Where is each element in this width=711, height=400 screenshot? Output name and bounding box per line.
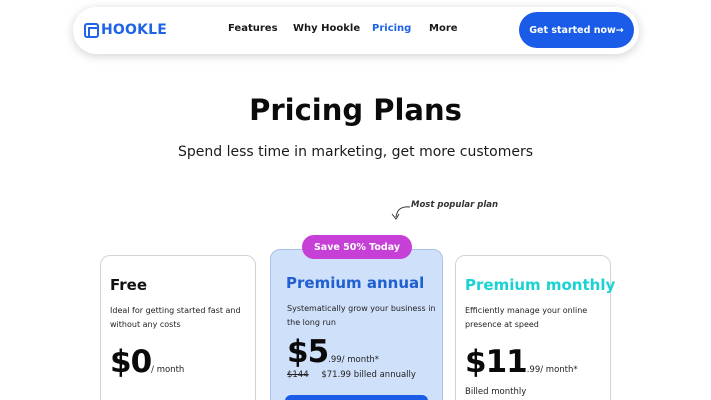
price-period: / month <box>151 365 185 375</box>
page-title: Pricing Plans <box>249 93 462 127</box>
plan-price: $11 .99/ month* <box>465 344 578 380</box>
choose-plan-button[interactable] <box>285 395 428 400</box>
plan-price: $5 .99/ month* <box>287 334 379 370</box>
billing-info: Billed monthly <box>465 387 527 397</box>
curved-arrow-icon <box>391 206 411 220</box>
plan-description-line-1: Ideal for getting started fast and <box>110 306 241 315</box>
price-amount: $5 <box>287 334 329 370</box>
price-amount: $11 <box>465 344 528 380</box>
get-started-button[interactable]: Get started now→ <box>519 12 634 48</box>
nav-item-more[interactable]: More <box>429 23 458 34</box>
page-subtitle: Spend less time in marketing, get more c… <box>177 144 534 160</box>
price-period: .99/ month* <box>526 365 578 375</box>
plan-description-line-2: presence at speed <box>465 320 539 329</box>
nav-item-pricing[interactable]: Pricing <box>372 23 411 34</box>
billing-info: $144 $71.99 billed annually <box>287 370 416 380</box>
billed-annually-text: $71.99 billed annually <box>321 370 416 380</box>
save-badge: Save 50% Today <box>302 235 412 259</box>
plan-price: $0 / month <box>110 344 184 380</box>
plan-description-line-1: Efficiently manage your online <box>465 306 588 315</box>
plan-card-premium-monthly: Premium monthly Efficiently manage your … <box>455 255 615 400</box>
plan-card-premium-annual: Premium annual Systematically grow your … <box>270 249 443 400</box>
plan-title: Premium monthly <box>465 276 616 294</box>
old-price: $144 <box>287 370 309 380</box>
plan-description-line-2: without any costs <box>110 320 181 329</box>
plan-description-line-1: Systematically grow your business in <box>287 304 436 313</box>
plan-card-free: Free Ideal for getting started fast and … <box>100 255 256 400</box>
price-amount: $0 <box>110 344 152 380</box>
plan-title: Premium annual <box>286 274 425 292</box>
plan-description-line-2: the long run <box>287 318 336 327</box>
top-navbar: HOOKLE Features Why Hookle Pricing More … <box>73 7 639 54</box>
nav-item-features[interactable]: Features <box>228 23 278 34</box>
price-period: .99/ month* <box>328 355 380 365</box>
most-popular-note: Most popular plan <box>411 200 499 210</box>
plan-title: Free <box>110 276 148 294</box>
nav-item-why-hookle[interactable]: Why Hookle <box>293 23 360 34</box>
